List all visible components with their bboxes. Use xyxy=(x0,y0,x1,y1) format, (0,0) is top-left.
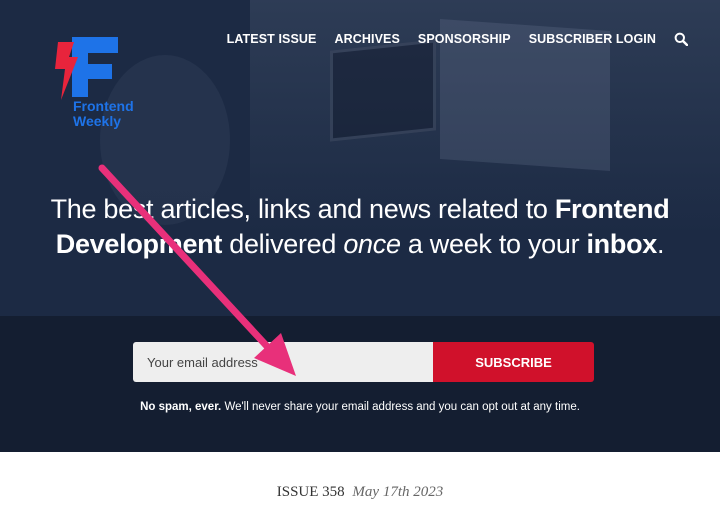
headline-text-4: . xyxy=(656,229,665,259)
signup-band xyxy=(0,316,720,452)
hero-section: Frontend Weekly LATEST ISSUE ARCHIVES SP… xyxy=(0,0,720,452)
issue-date: May 17th 2023 xyxy=(352,484,444,500)
logo-text-line2: Weekly xyxy=(73,113,121,129)
headline-text-3: a week to your xyxy=(400,229,587,259)
issue-number: ISSUE 358 xyxy=(276,484,345,500)
main-nav: LATEST ISSUE ARCHIVES SPONSORSHIP SUBSCR… xyxy=(209,32,688,46)
hero-headline: The best articles, links and news relate… xyxy=(20,192,700,262)
headline-bold-inbox: inbox xyxy=(586,229,657,259)
privacy-note: No spam, ever. We'll never share your em… xyxy=(0,401,720,413)
nav-subscriber-login[interactable]: SUBSCRIBER LOGIN xyxy=(529,32,656,46)
headline-text-1: The best articles, links and news relate… xyxy=(50,194,555,224)
subscribe-button[interactable]: SUBSCRIBE xyxy=(433,342,594,382)
privacy-note-bold: No spam, ever. xyxy=(140,401,222,413)
email-input[interactable] xyxy=(133,342,433,382)
search-icon[interactable] xyxy=(674,32,688,46)
nav-archives[interactable]: ARCHIVES xyxy=(334,32,399,46)
logo-text-line1: Frontend xyxy=(73,98,134,114)
nav-sponsorship[interactable]: SPONSORSHIP xyxy=(418,32,511,46)
headline-italic-once: once xyxy=(343,229,401,259)
signup-form: SUBSCRIBE xyxy=(133,342,594,382)
headline-text-2: delivered xyxy=(222,229,344,259)
privacy-note-text: We'll never share your email address and… xyxy=(221,401,580,413)
nav-latest-issue[interactable]: LATEST ISSUE xyxy=(227,32,317,46)
hero-background-monitor xyxy=(330,39,436,142)
logo-text: Frontend Weekly xyxy=(73,99,134,129)
issue-heading: ISSUE 358 May 17th 2023 xyxy=(0,484,720,501)
